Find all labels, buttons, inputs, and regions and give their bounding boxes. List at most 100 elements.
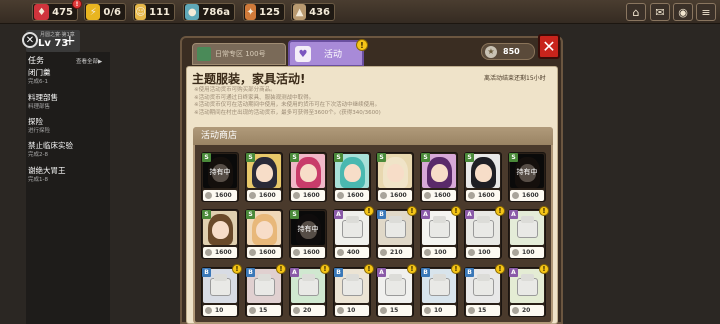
camera-icon[interactable]: ◉ — [673, 3, 693, 21]
coin-icon — [512, 192, 519, 199]
price-value: 10 — [434, 307, 443, 314]
alert-badge-icon: ! — [451, 264, 461, 274]
currency-value: 850 — [503, 47, 520, 56]
heart-gem-icon: ♦ — [34, 4, 50, 20]
grade-label: S — [334, 153, 343, 162]
resource-gold[interactable]: ● 786a — [183, 3, 235, 21]
view-all-link[interactable]: 查看全部▶ — [76, 57, 102, 65]
grade-label: S — [246, 210, 255, 219]
furniture-item-card[interactable]: A 100! — [508, 206, 549, 259]
coin-icon — [249, 249, 256, 256]
coin-icon — [424, 249, 431, 256]
costume-item-card[interactable]: S 持有中 1600 — [508, 152, 546, 202]
task-title: 闭门羹 — [28, 68, 51, 77]
grade-label: B — [334, 268, 343, 277]
owned-label: 持有中 — [297, 225, 319, 233]
price-tag: 1600 — [247, 190, 281, 201]
task-item[interactable]: 禁止临床实验 完成2-8 — [28, 141, 108, 159]
tab-activity[interactable]: ♥ 活动 ! — [288, 39, 368, 67]
task-title: 探险 — [28, 117, 43, 126]
alert-badge-icon: ! — [539, 264, 549, 274]
coin-icon: ★ — [485, 45, 497, 58]
furniture-item-card[interactable]: A 20! — [508, 264, 549, 317]
grade-label: A — [290, 268, 299, 277]
task-item[interactable]: 料理部售 料理部售 — [28, 93, 108, 111]
coin-icon — [337, 192, 344, 199]
alert-badge-icon: ! — [407, 206, 417, 216]
grade-label: B — [421, 268, 430, 277]
price-tag: 400 — [335, 247, 369, 258]
home-icon[interactable]: ⌂ — [626, 3, 646, 21]
task-item[interactable]: 谢绝大胃王 完成1-8 — [28, 166, 108, 184]
price-value: 210 — [390, 249, 403, 256]
furniture-item-card[interactable]: A 15! — [376, 264, 417, 317]
coin-icon — [293, 249, 300, 256]
menu-icon[interactable]: ≡ — [696, 3, 716, 21]
resource-stamina[interactable]: ☺ 111 — [133, 3, 175, 21]
close-button[interactable]: ✕ — [538, 34, 560, 59]
resource-wood[interactable]: ▲ 436 — [291, 3, 335, 21]
furniture-item-card[interactable]: B 10! — [420, 264, 461, 317]
alert-badge-icon: ! — [320, 264, 330, 274]
price-tag: 10 — [203, 305, 237, 316]
costume-item-card[interactable]: S 1600 — [420, 152, 458, 202]
grade-label: B — [246, 268, 255, 277]
furniture-item-card[interactable]: A 400! — [333, 206, 374, 259]
costume-item-card[interactable]: S 持有中 1600 — [201, 152, 239, 202]
furniture-item-card[interactable]: B 10! — [201, 264, 242, 317]
alert-badge-icon: ! — [356, 39, 368, 51]
price-tag: 1600 — [378, 190, 412, 201]
furniture-item-card[interactable]: B 10! — [333, 264, 374, 317]
furniture-item-card[interactable]: B 15! — [245, 264, 286, 317]
costume-item-card[interactable]: S 持有中 1600 — [289, 209, 327, 259]
price-value: 15 — [390, 307, 399, 314]
price-value: 1600 — [215, 249, 232, 256]
costume-item-card[interactable]: S 1600 — [289, 152, 327, 202]
coin-icon — [337, 249, 344, 256]
energy-icon: ⚡ — [86, 4, 101, 20]
price-value: 20 — [303, 307, 312, 314]
grade-label: S — [290, 153, 299, 162]
price-value: 1600 — [303, 192, 320, 199]
grade-label: B — [465, 268, 474, 277]
furniture-item-card[interactable]: A 20! — [289, 264, 330, 317]
furniture-item-card[interactable]: A 100! — [420, 206, 461, 259]
price-tag: 1600 — [335, 190, 369, 201]
task-item[interactable]: 探险 进行探险 — [28, 117, 108, 135]
mail-icon[interactable]: ✉ — [650, 3, 670, 21]
costume-item-card[interactable]: S 1600 — [201, 209, 239, 259]
price-value: 1600 — [303, 249, 320, 256]
item-icon: ✦ — [245, 4, 257, 20]
furniture-item-card[interactable]: A 100! — [464, 206, 505, 259]
costume-item-card[interactable]: S 1600 — [245, 209, 283, 259]
costume-item-card[interactable]: S 1600 — [333, 152, 371, 202]
task-title: 谢绝大胃王 — [28, 166, 66, 175]
resource-energy[interactable]: ⚡ 0/6 — [84, 3, 126, 21]
coin-icon — [468, 249, 475, 256]
task-item[interactable]: 闭门羹 完成6-1 — [28, 68, 108, 86]
grade-label: S — [377, 153, 386, 162]
resource-value: 111 — [149, 6, 170, 18]
coin-icon — [293, 307, 300, 314]
price-tag: 10 — [422, 305, 456, 316]
costume-item-card[interactable]: S 1600 — [245, 152, 283, 202]
note-line: ※活动期间在村庄出现的活动货币，最多可获得至3600个。(获得340/3600) — [194, 109, 381, 116]
price-value: 10 — [347, 307, 356, 314]
add-icon[interactable]: + — [64, 33, 76, 49]
costume-item-card[interactable]: S 1600 — [464, 152, 502, 202]
tab-daily-shop[interactable]: 日常专区 100号 — [192, 43, 286, 65]
furniture-item-card[interactable]: B 210! — [376, 206, 417, 259]
furniture-item-card[interactable]: B 15! — [464, 264, 505, 317]
panel-close-icon[interactable]: ✕ — [22, 32, 38, 48]
price-value: 10 — [215, 307, 224, 314]
resource-heart-gem[interactable]: ♦ 475! — [32, 0, 82, 21]
tab-daily-shop-label: 日常专区 100号 — [215, 50, 266, 58]
resource-item[interactable]: ✦ 125 — [243, 3, 285, 21]
tasks-title: 任务 — [28, 56, 44, 65]
costume-item-card[interactable]: S 1600 — [376, 152, 414, 202]
price-value: 100 — [434, 249, 447, 256]
coin-icon — [293, 192, 300, 199]
stamina-icon: ☺ — [135, 4, 147, 20]
coin-icon — [205, 192, 212, 199]
price-tag: 20 — [291, 305, 325, 316]
